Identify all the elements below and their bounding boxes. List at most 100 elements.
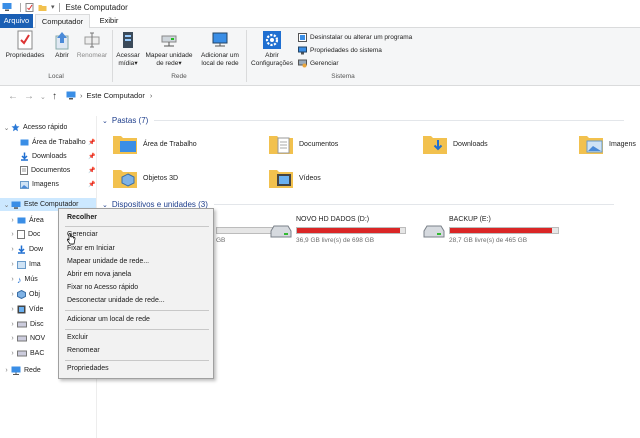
- chevron-right-icon[interactable]: ›: [2, 367, 11, 374]
- chevron-down-icon: ⌄: [102, 117, 108, 125]
- pin-icon[interactable]: 📌: [88, 181, 95, 188]
- title-bar: ▾ Este Computador: [0, 0, 640, 14]
- tab-file[interactable]: Arquivo: [0, 14, 33, 28]
- pictures-folder-icon: [579, 136, 603, 154]
- drive-icon: [17, 321, 27, 328]
- chevron-down-icon[interactable]: ⌄: [2, 201, 11, 209]
- open-settings-button[interactable]: Abrir Configurações: [248, 30, 296, 67]
- folder-downloads[interactable]: Downloads: [422, 132, 488, 156]
- nav-pc-local-disk[interactable]: › Disc: [8, 318, 44, 331]
- nav-network[interactable]: › Rede: [2, 364, 41, 377]
- system-properties-button[interactable]: Propriedades do sistema: [298, 44, 382, 56]
- group-local-label: Local: [48, 73, 64, 80]
- folder-videos[interactable]: Vídeos: [268, 166, 321, 190]
- folders-section-header[interactable]: ⌄ Pastas (7): [102, 116, 625, 125]
- drive-d-usage-bar: [296, 227, 406, 234]
- hard-drive-icon: [423, 225, 445, 238]
- menu-item-add-network-location[interactable]: Adicionar um local de rede: [67, 314, 150, 326]
- title-separator: [20, 2, 21, 12]
- chevron-down-icon[interactable]: ⌄: [2, 124, 11, 132]
- recent-locations-icon[interactable]: ⌄: [40, 93, 46, 101]
- nav-quick-pictures[interactable]: Imagens: [20, 178, 59, 191]
- up-arrow-icon[interactable]: ↑: [52, 91, 57, 102]
- folder-label: Downloads: [453, 140, 488, 148]
- properties-icon: [17, 30, 33, 50]
- menu-item-delete[interactable]: Excluir: [67, 332, 88, 344]
- forward-arrow-icon[interactable]: →: [24, 91, 34, 102]
- folder-pictures[interactable]: Imagens: [578, 132, 636, 156]
- manage-button[interactable]: Gerenciar: [298, 57, 339, 69]
- nav-pc-desktop[interactable]: › Área: [8, 214, 44, 227]
- folder-desktop[interactable]: Área de Trabalho: [112, 132, 197, 156]
- menu-separator: [65, 310, 209, 311]
- nav-quick-documents[interactable]: Documentos: [20, 164, 70, 177]
- uninstall-program-button[interactable]: Desinstalar ou alterar um programa: [298, 31, 412, 43]
- pin-icon[interactable]: 📌: [88, 139, 95, 146]
- ribbon-separator: [246, 30, 247, 82]
- nav-pc-videos[interactable]: › Víde: [8, 303, 43, 316]
- nav-pc-drive-d[interactable]: › NOV: [8, 332, 45, 345]
- back-arrow-icon[interactable]: ←: [8, 91, 18, 102]
- menu-item-rename[interactable]: Renomear: [67, 345, 100, 357]
- pin-icon[interactable]: 📌: [88, 153, 95, 160]
- menu-item-pin-quick-access[interactable]: Fixar no Acesso rápido: [67, 282, 138, 294]
- drive-c-free-space: GB: [216, 237, 226, 244]
- drive-e-usage-fill: [450, 228, 552, 233]
- pin-icon[interactable]: 📌: [88, 167, 95, 174]
- customize-quick-access-icon[interactable]: ▾: [51, 3, 55, 11]
- menu-separator: [65, 329, 209, 330]
- nav-pc-pictures[interactable]: › Ima: [8, 258, 41, 271]
- nav-quick-desktop[interactable]: Área de Trabalho: [20, 136, 86, 149]
- map-drive-label-2: de rede: [156, 59, 179, 67]
- nav-pc-3d-objects[interactable]: › Obj: [8, 288, 40, 301]
- drive-icon: [17, 335, 27, 342]
- nav-quick-label: Área de Trabalho: [32, 139, 86, 146]
- nav-pc-label: Disc: [30, 321, 44, 328]
- add-network-location-button[interactable]: Adicionar um local de rede: [197, 30, 243, 67]
- group-network-label: Rede: [171, 73, 187, 80]
- folder-3d-objects[interactable]: Objetos 3D: [112, 166, 178, 190]
- tab-view[interactable]: Exibir: [94, 14, 124, 28]
- address-path-text: Este Computador: [86, 91, 145, 100]
- star-icon: [11, 123, 20, 132]
- folder-documents[interactable]: Documentos: [268, 132, 338, 156]
- nav-pc-downloads[interactable]: › Dow: [8, 243, 43, 256]
- map-network-drive-button[interactable]: Mapear unidade de rede▾: [143, 30, 195, 67]
- drive-e-usage-bar: [449, 227, 559, 234]
- nav-pc-label: Mús: [24, 276, 38, 283]
- nav-quick-label: Downloads: [32, 153, 67, 160]
- menu-item-open-new-window[interactable]: Abrir em nova janela: [67, 269, 131, 281]
- access-media-label-2: mídia: [118, 59, 135, 67]
- folders-header-label: Pastas (7): [111, 116, 149, 125]
- manage-icon: [298, 59, 307, 67]
- menu-item-properties[interactable]: Propriedades: [67, 363, 109, 375]
- open-button[interactable]: Abrir: [50, 30, 74, 60]
- menu-item-collapse[interactable]: Recolher: [67, 212, 97, 224]
- properties-quick-icon[interactable]: [25, 2, 34, 12]
- folder-label: Objetos 3D: [143, 174, 179, 182]
- rename-label: Renomear: [76, 52, 108, 59]
- new-folder-quick-icon[interactable]: [38, 3, 47, 12]
- address-path[interactable]: › Este Computador ›: [66, 91, 152, 100]
- drive-e-free-space: 28,7 GB livre(s) de 465 GB: [449, 237, 528, 244]
- nav-quick-access[interactable]: ⌄ Acesso rápido: [2, 121, 67, 134]
- folder-label: Imagens: [609, 140, 636, 148]
- ribbon: Propriedades Abrir Renomear Local Acessa…: [0, 28, 640, 86]
- menu-separator: [65, 360, 209, 361]
- desktop-icon: [20, 139, 29, 145]
- menu-item-map-drive[interactable]: Mapear unidade de rede...: [67, 256, 149, 268]
- rename-button[interactable]: Renomear: [74, 30, 110, 60]
- access-media-button[interactable]: Acessar mídia▾: [114, 30, 142, 67]
- nav-pc-label: Ima: [29, 261, 41, 268]
- properties-button[interactable]: Propriedades: [4, 30, 46, 60]
- uninstall-icon: [298, 32, 307, 42]
- drive-icon: [17, 350, 27, 357]
- 3d-objects-folder-icon: [113, 170, 137, 188]
- nav-quick-downloads[interactable]: Downloads: [20, 150, 67, 163]
- menu-item-disconnect-drive[interactable]: Desconectar unidade de rede...: [67, 295, 165, 307]
- nav-pc-drive-e[interactable]: › BAC: [8, 347, 44, 360]
- tab-computer[interactable]: Computador: [35, 14, 90, 29]
- document-icon: [17, 230, 25, 239]
- nav-pc-documents[interactable]: › Doc: [8, 228, 40, 241]
- nav-pc-music[interactable]: › ♪ Mús: [8, 273, 38, 286]
